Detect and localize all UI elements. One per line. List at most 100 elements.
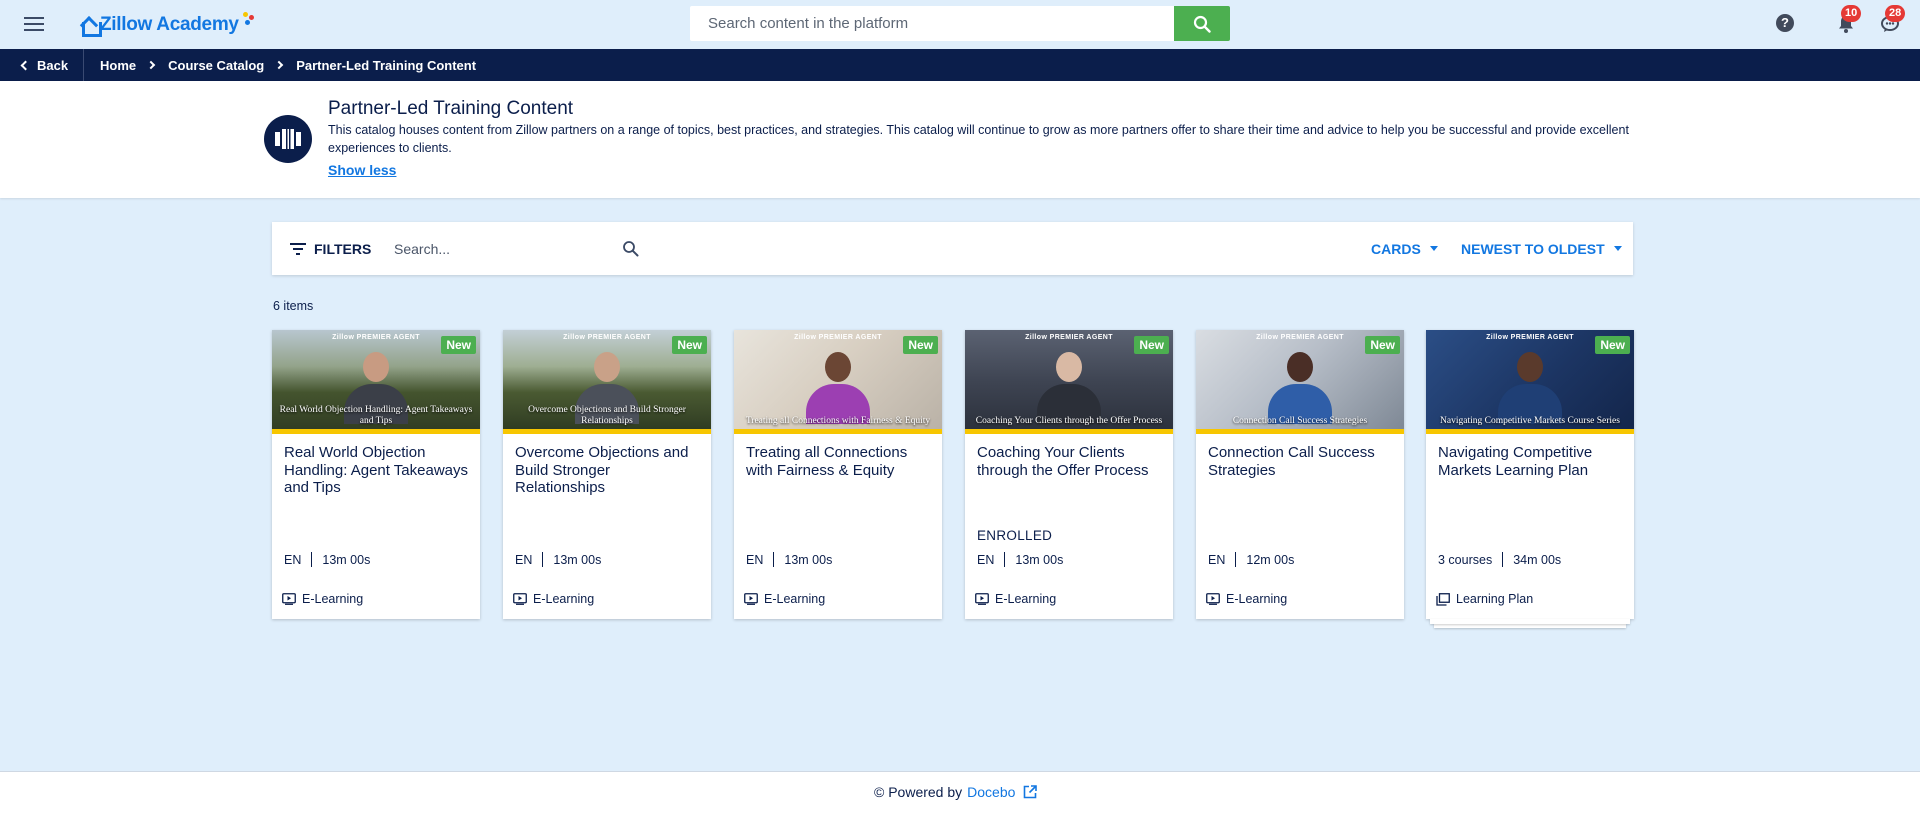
course-card[interactable]: Zillow PREMIER AGENT Coaching Your Clien… [965, 330, 1173, 619]
course-thumbnail: Zillow PREMIER AGENT Navigating Competit… [1426, 330, 1634, 434]
menu-icon[interactable] [24, 14, 44, 32]
show-less-link[interactable]: Show less [328, 162, 396, 178]
zillow-logo-icon [82, 16, 102, 37]
filters-label: FILTERS [314, 240, 372, 257]
content-type: E-Learning [975, 592, 1056, 606]
card-meta: EN 13m 00s [746, 552, 832, 567]
new-badge: New [1595, 336, 1630, 354]
messages-badge: 28 [1885, 5, 1906, 22]
view-mode-select[interactable]: CARDS [1371, 222, 1438, 275]
help-icon[interactable]: ? [1776, 14, 1794, 32]
catalog-search-input[interactable] [394, 235, 604, 263]
content-type-label: E-Learning [995, 592, 1057, 606]
card-title[interactable]: Treating all Connections with Fairness &… [746, 444, 931, 479]
learning-plan-card[interactable]: Zillow PREMIER AGENT Navigating Competit… [1426, 330, 1634, 628]
course-count-label: 3 courses [1438, 552, 1493, 567]
elearning-icon [513, 593, 527, 605]
duration-label: 12m 00s [1246, 552, 1295, 567]
logo-text: Zillow Academy [100, 14, 239, 35]
language-label: EN [284, 552, 302, 567]
language-label: EN [977, 552, 995, 567]
filter-icon [290, 242, 306, 255]
new-badge: New [672, 336, 707, 354]
global-search-input[interactable] [690, 6, 1174, 41]
breadcrumb: Home Course Catalog Partner-Led Training… [100, 49, 476, 81]
back-label: Back [37, 57, 69, 73]
content-type: E-Learning [744, 592, 825, 606]
content-type: E-Learning [513, 592, 594, 606]
card-title[interactable]: Overcome Objections and Build Stronger R… [515, 444, 700, 497]
powered-by-text: © Powered by [874, 784, 963, 800]
thumbnail-caption: Navigating Competitive Markets Course Se… [1440, 416, 1620, 426]
content-type: E-Learning [282, 592, 363, 606]
caret-down-icon [1429, 246, 1438, 251]
new-badge: New [1134, 336, 1169, 354]
card-title[interactable]: Coaching Your Clients through the Offer … [977, 444, 1162, 479]
search-icon[interactable] [622, 240, 640, 258]
content-type-label: E-Learning [1226, 592, 1288, 606]
back-button[interactable]: Back [0, 49, 84, 81]
global-search-button[interactable] [1174, 6, 1230, 41]
sort-label: NEWEST TO OLDEST [1461, 240, 1605, 257]
new-badge: New [441, 336, 476, 354]
breadcrumb-course-catalog[interactable]: Course Catalog [168, 58, 264, 73]
docebo-link-label: Docebo [967, 784, 1016, 800]
content-type: Learning Plan [1436, 592, 1533, 606]
course-card[interactable]: Zillow PREMIER AGENT Connection Call Suc… [1196, 330, 1404, 619]
chevron-left-icon [20, 60, 31, 70]
filters-button[interactable]: FILTERS [290, 222, 371, 275]
learning-plan-icon [1436, 592, 1450, 606]
breadcrumb-home[interactable]: Home [100, 58, 136, 73]
docebo-link[interactable]: Docebo [967, 784, 1038, 800]
thumbnail-caption: Connection Call Success Strategies [1232, 416, 1368, 426]
duration-label: 34m 00s [1513, 552, 1562, 567]
course-thumbnail: Zillow PREMIER AGENT Treating all Connec… [734, 330, 942, 434]
language-label: EN [1208, 552, 1226, 567]
language-label: EN [515, 552, 533, 567]
catalog-description: This catalog houses content from Zillow … [328, 123, 1629, 155]
course-card[interactable]: Zillow PREMIER AGENT Overcome Objections… [503, 330, 711, 619]
language-label: EN [746, 552, 764, 567]
elearning-icon [744, 593, 758, 605]
elearning-icon [1206, 593, 1220, 605]
card-title[interactable]: Real World Objection Handling: Agent Tak… [284, 444, 469, 497]
card-title[interactable]: Connection Call Success Strategies [1208, 444, 1393, 479]
zillow-academy-logo[interactable]: Zillow Academy [82, 9, 255, 41]
chevron-right-icon [274, 60, 284, 70]
filter-toolbar: FILTERS CARDS NEWEST TO OLDEST [272, 222, 1633, 275]
course-thumbnail: Zillow PREMIER AGENT Real World Objectio… [272, 330, 480, 434]
thumbnail-caption: Coaching Your Clients through the Offer … [975, 416, 1163, 426]
duration-label: 13m 00s [553, 552, 602, 567]
content-type-label: Learning Plan [1456, 592, 1534, 606]
duration-label: 13m 00s [784, 552, 833, 567]
thumbnail-caption: Overcome Objections and Build Stronger R… [528, 405, 686, 426]
sparkle-icon [241, 12, 255, 26]
breadcrumb-bar: Back Home Course Catalog Partner-Led Tra… [0, 49, 1920, 81]
card-title[interactable]: Navigating Competitive Markets Learning … [1438, 444, 1623, 479]
page-title: Partner-Led Training Content [328, 98, 574, 119]
course-card-grid: Zillow PREMIER AGENT Real World Objectio… [272, 330, 1634, 630]
card-meta: 3 courses 34m 00s [1438, 552, 1561, 567]
elearning-icon [975, 593, 989, 605]
course-card[interactable]: Zillow PREMIER AGENT Real World Objectio… [272, 330, 480, 619]
card-meta: EN 13m 00s [284, 552, 370, 567]
thumbnail-caption: Treating all Connections with Fairness &… [745, 416, 931, 426]
new-badge: New [903, 336, 938, 354]
view-mode-label: CARDS [1371, 240, 1421, 257]
items-count: 6 items [273, 299, 314, 313]
content-type-label: E-Learning [764, 592, 826, 606]
content-type-label: E-Learning [302, 592, 364, 606]
content-type: E-Learning [1206, 592, 1287, 606]
card-meta: EN 13m 00s [515, 552, 601, 567]
breadcrumb-current: Partner-Led Training Content [296, 57, 477, 73]
course-card[interactable]: Zillow PREMIER AGENT Treating all Connec… [734, 330, 942, 619]
global-search [690, 6, 1230, 41]
enrollment-status: ENROLLED [977, 528, 1053, 543]
sort-select[interactable]: NEWEST TO OLDEST [1461, 222, 1622, 275]
thumbnail-caption: Real World Objection Handling: Agent Tak… [279, 405, 473, 426]
course-thumbnail: Zillow PREMIER AGENT Overcome Objections… [503, 330, 711, 434]
content-type-label: E-Learning [533, 592, 595, 606]
footer: © Powered by Docebo [0, 771, 1920, 815]
catalog-header: Partner-Led Training Content This catalo… [0, 81, 1920, 198]
card-meta: EN 13m 00s [977, 552, 1063, 567]
